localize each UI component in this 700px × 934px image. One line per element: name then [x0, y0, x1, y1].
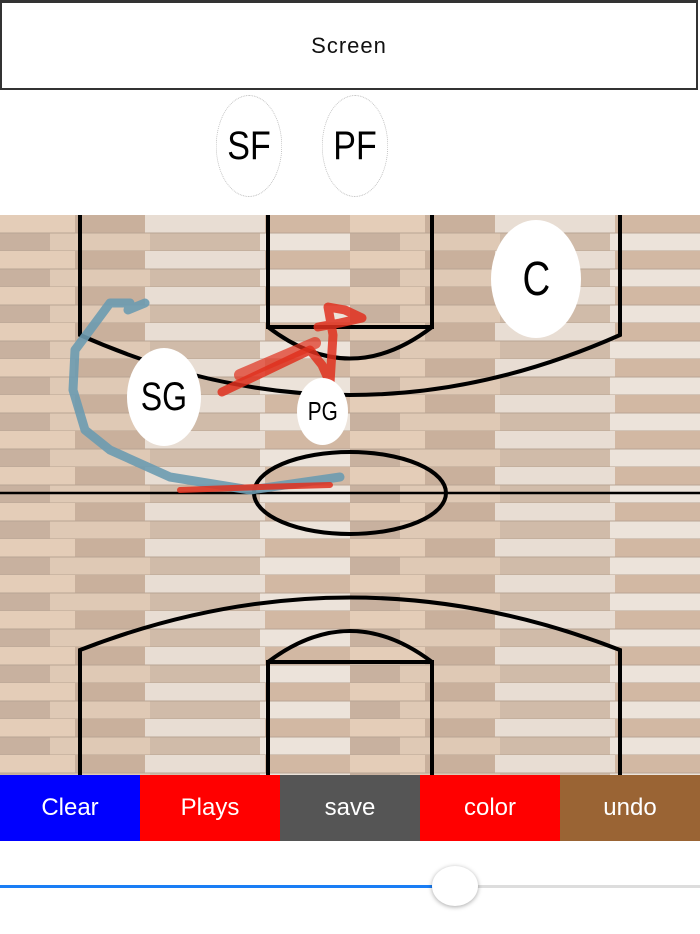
clear-button[interactable]: Clear	[0, 775, 140, 841]
court-drawing-canvas[interactable]	[0, 215, 700, 775]
player-label: PF	[333, 123, 377, 168]
player-label: PG	[307, 396, 338, 426]
player-token-sg[interactable]: SG	[127, 348, 201, 446]
player-token-pg[interactable]: PG	[297, 378, 348, 445]
title-bar: Screen	[0, 0, 698, 90]
slider-thumb[interactable]	[432, 866, 478, 906]
page-title: Screen	[311, 32, 387, 58]
court-floor	[0, 215, 700, 775]
player-token-pf[interactable]: PF	[321, 95, 389, 197]
undo-button[interactable]: undo	[560, 775, 700, 841]
player-label: SG	[140, 374, 188, 419]
toolbar: Clear Plays save color undo	[0, 775, 700, 841]
color-button[interactable]: color	[420, 775, 560, 841]
plays-button[interactable]: Plays	[140, 775, 280, 841]
brush-size-slider[interactable]	[0, 860, 700, 910]
save-button[interactable]: save	[280, 775, 420, 841]
player-token-c[interactable]: C	[491, 220, 581, 338]
player-label: SF	[227, 123, 271, 168]
basketball-court[interactable]: C SG PG	[0, 215, 700, 775]
player-token-sf[interactable]: SF	[215, 95, 283, 197]
slider-fill	[0, 885, 455, 888]
player-label: C	[522, 252, 550, 306]
